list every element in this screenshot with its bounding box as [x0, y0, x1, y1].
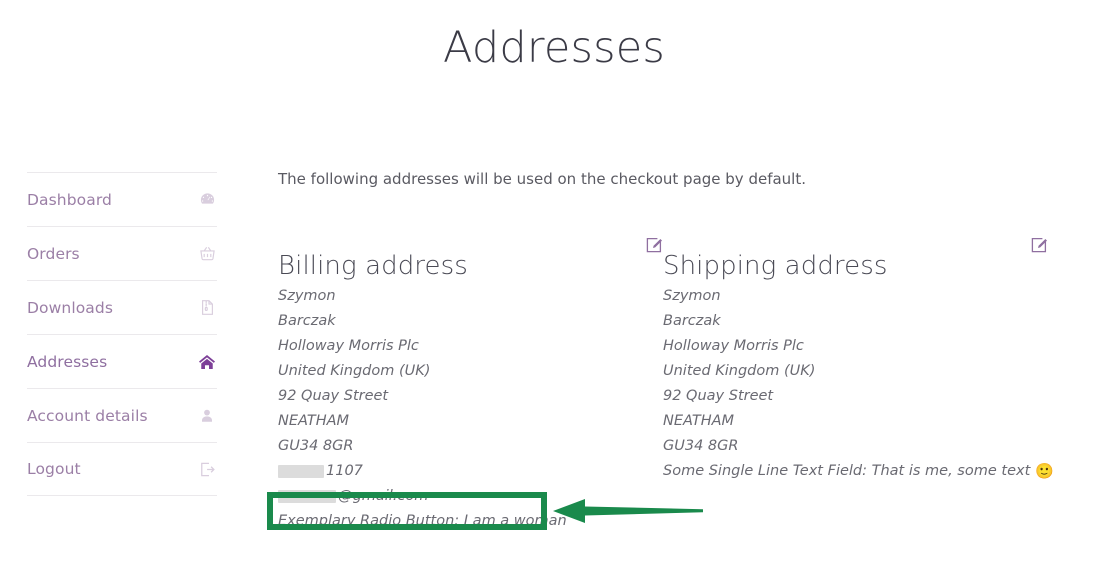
address-line: NEATHAM	[663, 413, 735, 429]
file-zip-icon	[197, 298, 217, 318]
page-title: Addresses	[443, 23, 665, 73]
email-suffix: @gmail.com	[338, 488, 429, 504]
sidebar-item-dashboard[interactable]: Dashboard	[27, 172, 217, 226]
address-line-email: @gmail.com	[278, 484, 663, 509]
sidebar-item-label: Downloads	[27, 298, 114, 317]
redacted-block	[278, 490, 336, 503]
address-line: GU34 8GR	[663, 438, 739, 454]
address-line: Barczak	[663, 313, 721, 329]
address-columns: Billing address Szymon Barczak Holloway …	[278, 228, 1090, 534]
address-line: Holloway Morris Plc	[663, 338, 804, 354]
sidebar-item-label: Account details	[27, 406, 148, 425]
billing-address-card: Billing address Szymon Barczak Holloway …	[278, 228, 663, 534]
account-addresses-page: Addresses Dashboard Orders Downloads Add…	[0, 0, 1108, 566]
sidebar-item-label: Orders	[27, 244, 80, 263]
shipping-address-body: Szymon Barczak Holloway Morris Plc Unite…	[663, 284, 1054, 484]
address-line: 92 Quay Street	[278, 388, 389, 404]
sidebar-item-addresses[interactable]: Addresses	[27, 334, 217, 388]
smiley-face-icon: 🙂	[1035, 462, 1054, 480]
text-field-value: Some Single Line Text Field: That is me,…	[663, 463, 1031, 479]
basket-icon	[197, 244, 217, 264]
address-line: Barczak	[278, 313, 336, 329]
shipping-address-header: Shipping address	[663, 228, 1048, 281]
sidebar-item-orders[interactable]: Orders	[27, 226, 217, 280]
address-line: United Kingdom (UK)	[278, 363, 431, 379]
billing-address-title: Billing address	[278, 250, 468, 281]
redacted-block	[278, 465, 324, 478]
shipping-address-card: Shipping address Szymon Barczak Holloway…	[663, 228, 1054, 534]
sidebar-item-logout[interactable]: Logout	[27, 442, 217, 496]
address-line: 92 Quay Street	[663, 388, 774, 404]
intro-text: The following addresses will be used on …	[278, 170, 807, 188]
shipping-address-title: Shipping address	[663, 250, 888, 281]
sidebar-item-account-details[interactable]: Account details	[27, 388, 217, 442]
sidebar-item-label: Addresses	[27, 352, 108, 371]
sign-out-icon	[197, 459, 217, 479]
address-line: Szymon	[663, 288, 721, 304]
billing-address-body: Szymon Barczak Holloway Morris Plc Unite…	[278, 284, 663, 534]
address-line: NEATHAM	[278, 413, 350, 429]
sidebar-item-label: Logout	[27, 460, 81, 478]
address-line: Holloway Morris Plc	[278, 338, 419, 354]
addresses-content: The following addresses will be used on …	[278, 168, 1090, 534]
address-line-phone: 1107	[278, 459, 663, 484]
home-icon	[197, 352, 217, 372]
address-line: Szymon	[278, 288, 336, 304]
address-line: United Kingdom (UK)	[663, 363, 816, 379]
edit-pencil-square-icon-shipping[interactable]	[1030, 236, 1048, 254]
address-line: GU34 8GR	[278, 438, 354, 454]
billing-address-header: Billing address	[278, 228, 663, 281]
edit-pencil-square-icon-billing[interactable]	[645, 236, 663, 254]
address-line-radio-button: Exemplary Radio Button: I am a woman	[278, 513, 567, 529]
sidebar-item-downloads[interactable]: Downloads	[27, 280, 217, 334]
address-line-text-field: Some Single Line Text Field: That is me,…	[663, 459, 1054, 484]
sidebar-item-label: Dashboard	[27, 190, 112, 209]
account-sidebar-nav: Dashboard Orders Downloads Addresses Acc…	[27, 172, 217, 496]
user-icon	[197, 406, 217, 426]
dashboard-icon	[197, 190, 217, 210]
phone-suffix: 1107	[326, 463, 363, 479]
